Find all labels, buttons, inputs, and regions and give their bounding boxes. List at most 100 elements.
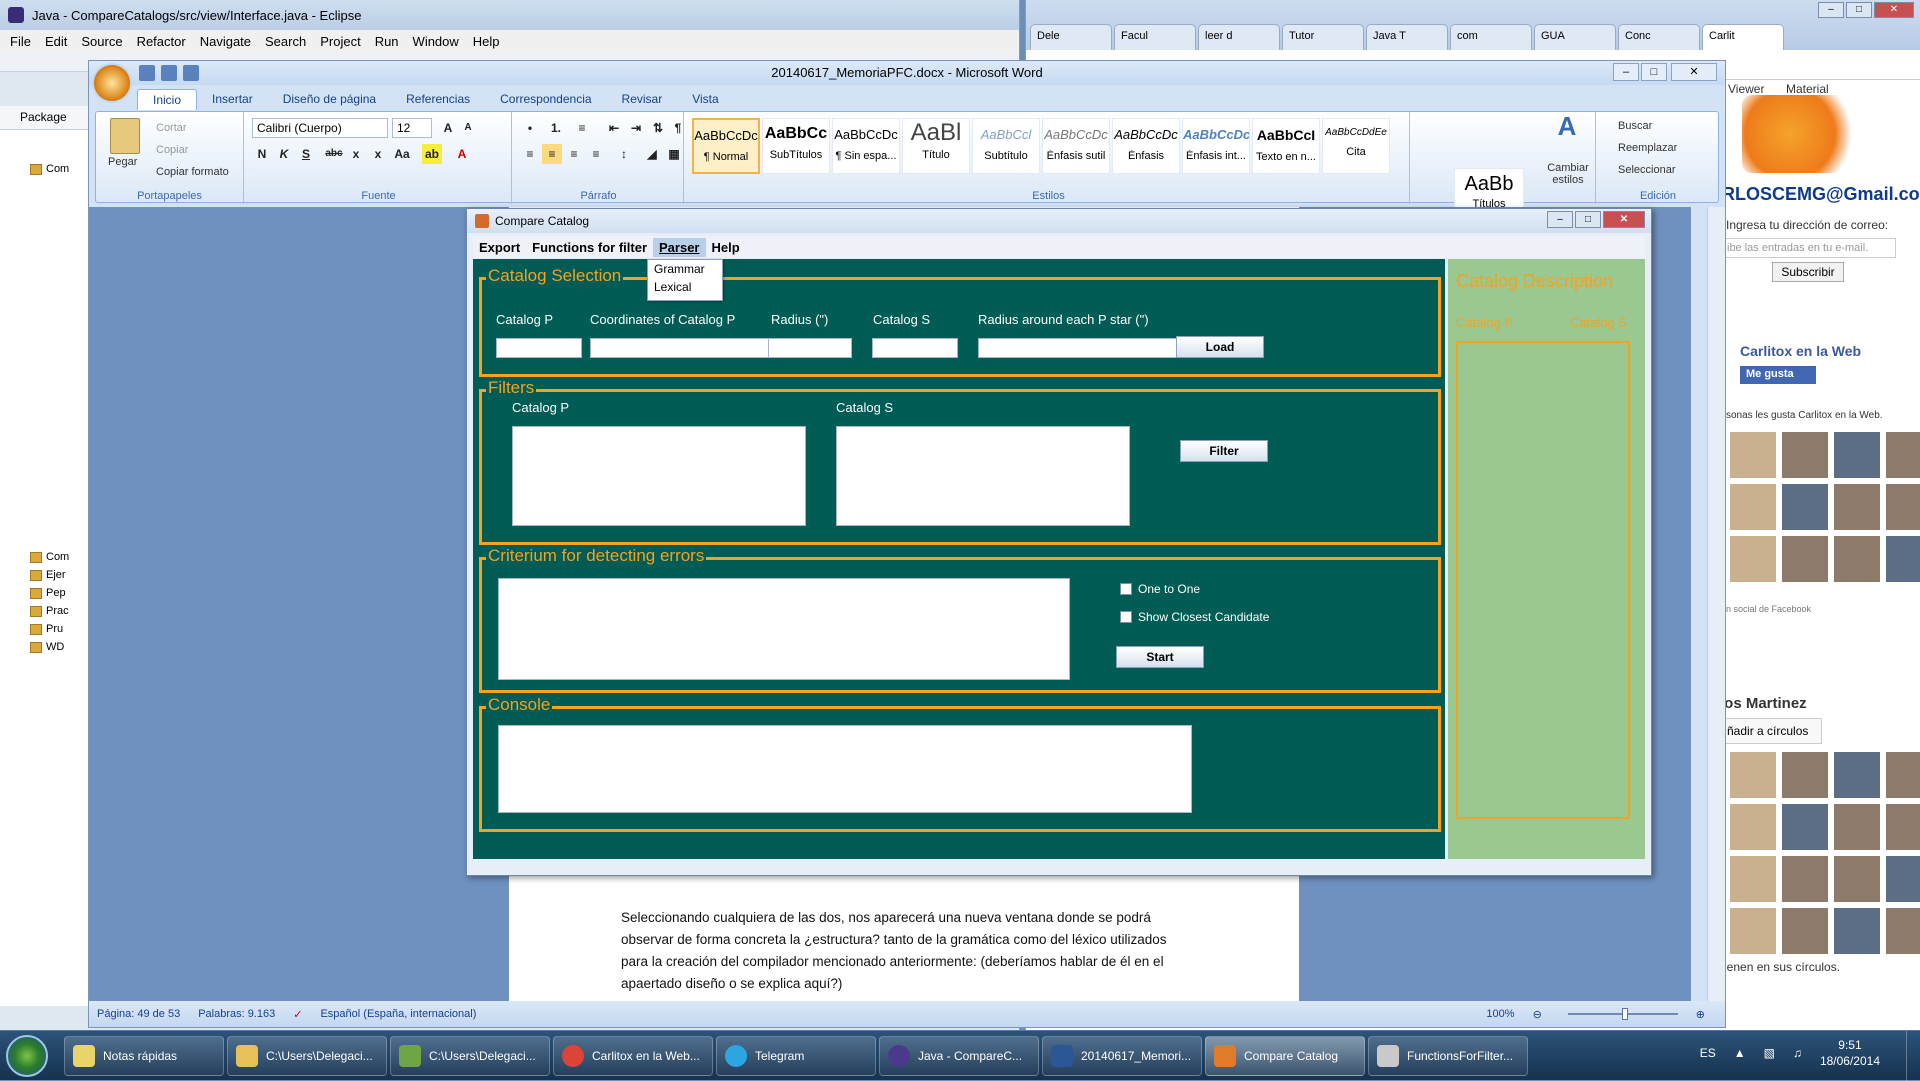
maximize-icon[interactable]: □ (1846, 2, 1872, 18)
eclipse-menu-window[interactable]: Window (413, 34, 459, 49)
numbering-icon[interactable]: 1. (546, 118, 566, 138)
tab-diseno[interactable]: Diseño de página (268, 89, 391, 110)
increase-indent-icon[interactable]: ⇥ (626, 118, 646, 138)
one-to-one-checkbox[interactable]: One to One (1120, 582, 1200, 596)
select-button[interactable]: Seleccionar (1618, 164, 1675, 176)
taskbar-item[interactable]: Telegram (716, 1035, 876, 1076)
cut-button[interactable]: Cortar (156, 122, 187, 134)
fan-avatar[interactable] (1834, 432, 1880, 478)
font-name-combo[interactable]: Calibri (Cuerpo) (252, 118, 388, 138)
tab-insertar[interactable]: Insertar (197, 89, 268, 110)
volume-icon[interactable]: ♫ (1793, 1046, 1802, 1060)
bookmark-material[interactable]: Material (1786, 82, 1829, 96)
language-indicator[interactable]: ES (1700, 1046, 1716, 1060)
style-enfasis[interactable]: AaBbCcDc Énfasis (1112, 118, 1180, 174)
chrome-tab[interactable]: com (1450, 24, 1532, 50)
style-cita[interactable]: AaBbCcDdEe Cita (1322, 118, 1390, 174)
maximize-icon[interactable]: □ (1641, 63, 1667, 81)
chrome-tab[interactable]: Java T (1366, 24, 1448, 50)
style-subtitulo[interactable]: AaBbCcl Subtítulo (972, 118, 1040, 174)
italic-icon[interactable]: K (274, 144, 294, 164)
maximize-icon[interactable]: □ (1575, 211, 1601, 228)
circle-avatar[interactable] (1782, 856, 1828, 902)
circle-avatar[interactable] (1886, 804, 1920, 850)
grow-font-icon[interactable]: A (438, 118, 458, 138)
line-spacing-icon[interactable]: ↕ (614, 144, 634, 164)
eclipse-menu-refactor[interactable]: Refactor (137, 34, 186, 49)
multilevel-icon[interactable]: ≡ (572, 118, 592, 138)
project-item[interactable]: Ejer (0, 566, 89, 584)
start-button[interactable]: Start (1116, 646, 1204, 668)
eclipse-menu-source[interactable]: Source (81, 34, 122, 49)
menu-export[interactable]: Export (473, 238, 526, 257)
radius-around-input[interactable] (978, 338, 1184, 358)
chrome-tab-active[interactable]: Carlit (1702, 24, 1784, 50)
justify-icon[interactable]: ≡ (586, 144, 606, 164)
minimize-icon[interactable]: – (1818, 2, 1844, 18)
menu-help[interactable]: Help (706, 238, 746, 257)
circle-avatar[interactable] (1834, 908, 1880, 954)
add-to-circles-button[interactable]: ñadir a círculos (1720, 718, 1822, 744)
superscript-icon[interactable]: x (368, 144, 388, 164)
windows-start-icon[interactable] (6, 1034, 48, 1077)
menu-item-lexical[interactable]: Lexical (648, 278, 722, 296)
clock[interactable]: 9:51 18/06/2014 (1820, 1037, 1880, 1069)
format-painter-button[interactable]: Copiar formato (156, 166, 229, 178)
minimize-icon[interactable]: – (1613, 63, 1639, 81)
paste-button[interactable]: Pegar (108, 156, 137, 168)
align-center-icon[interactable]: ≡ (542, 144, 562, 164)
circle-avatar[interactable] (1886, 856, 1920, 902)
circle-avatar[interactable] (1730, 856, 1776, 902)
replace-button[interactable]: Reemplazar (1618, 142, 1677, 154)
circle-avatar[interactable] (1782, 752, 1828, 798)
tab-correspondencia[interactable]: Correspondencia (485, 89, 606, 110)
close-icon[interactable]: ✕ (1603, 211, 1645, 228)
fan-avatar[interactable] (1782, 536, 1828, 582)
close-icon[interactable]: ✕ (1671, 63, 1717, 81)
taskbar-item[interactable]: 20140617_Memori... (1042, 1035, 1202, 1076)
circle-avatar[interactable] (1730, 908, 1776, 954)
pilcrow-icon[interactable]: ¶ (668, 118, 688, 138)
chrome-tab[interactable]: GUA (1534, 24, 1616, 50)
page-count[interactable]: Página: 49 de 53 (97, 1008, 180, 1020)
email-input[interactable]: ibe las entradas en tu e-mail. (1724, 238, 1896, 258)
office-button-icon[interactable] (92, 63, 132, 103)
taskbar-item-active[interactable]: Compare Catalog (1205, 1035, 1365, 1076)
fan-avatar[interactable] (1730, 536, 1776, 582)
circle-avatar[interactable] (1782, 804, 1828, 850)
change-case-icon[interactable]: Aa (392, 144, 412, 164)
strikethrough-icon[interactable]: abc (324, 144, 344, 164)
subscribe-button[interactable]: Subscribir (1772, 262, 1844, 282)
project-item[interactable]: Pep (0, 584, 89, 602)
style-subtitulos[interactable]: AaBbCc SubTítulos (762, 118, 830, 174)
circle-avatar[interactable] (1834, 752, 1880, 798)
package-explorer-tab[interactable]: Package (0, 106, 89, 130)
language-indicator[interactable]: Español (España, internacional) (320, 1008, 476, 1020)
taskbar-item[interactable]: Carlitox en la Web... (553, 1035, 713, 1076)
zoom-level[interactable]: 100% (1486, 1008, 1514, 1020)
align-left-icon[interactable]: ≡ (520, 144, 540, 164)
taskbar-item[interactable]: Notas rápidas (64, 1035, 224, 1076)
zoom-slider-thumb[interactable] (1621, 1008, 1628, 1020)
borders-icon[interactable]: ▦ (664, 144, 684, 164)
style-normal[interactable]: AaBbCcDc ¶ Normal (692, 118, 760, 174)
bullets-icon[interactable]: • (520, 118, 540, 138)
taskbar-item[interactable]: C:\Users\Delegaci... (227, 1035, 387, 1076)
find-button[interactable]: Buscar (1618, 120, 1652, 132)
bookmark-viewer[interactable]: Viewer (1728, 82, 1764, 96)
close-icon[interactable]: ✕ (1874, 2, 1914, 18)
taskbar-item[interactable]: C:\Users\Delegaci... (390, 1035, 550, 1076)
project-item[interactable]: WD (0, 638, 89, 656)
facebook-page-title[interactable]: Carlitox en la Web (1740, 343, 1861, 359)
circle-avatar[interactable] (1886, 752, 1920, 798)
tab-referencias[interactable]: Referencias (391, 89, 485, 110)
circle-avatar[interactable] (1834, 804, 1880, 850)
undo-icon[interactable] (161, 65, 177, 81)
criterium-textarea[interactable] (498, 578, 1070, 680)
sort-icon[interactable]: ⇅ (648, 118, 668, 138)
project-item[interactable]: Com (0, 160, 89, 178)
filter-button[interactable]: Filter (1180, 440, 1268, 462)
taskbar-item[interactable]: Java - CompareC... (879, 1035, 1039, 1076)
chrome-tab[interactable]: Dele (1030, 24, 1112, 50)
menu-parser[interactable]: Parser (653, 237, 706, 257)
